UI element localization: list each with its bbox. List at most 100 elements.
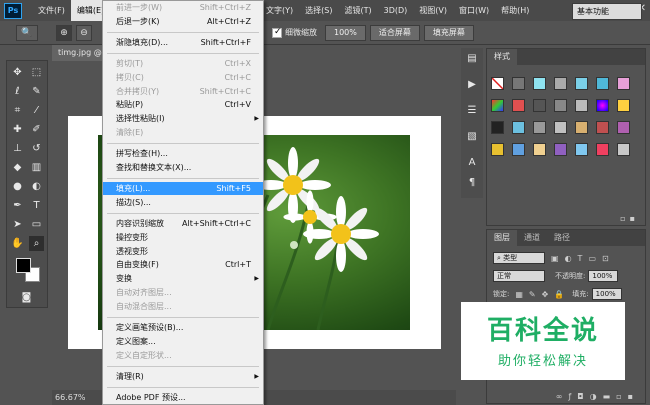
filter-type-icon[interactable]: T — [578, 254, 583, 263]
checkbox-box[interactable] — [272, 27, 282, 38]
brush-tool-icon[interactable]: ✐ — [29, 122, 44, 137]
edit-menu-item[interactable]: 描边(S)... — [103, 196, 263, 209]
new-group-icon[interactable]: ▬ — [603, 392, 617, 401]
paragraph-icon[interactable]: ¶ — [465, 176, 479, 190]
link-layers-icon[interactable]: ∞ — [556, 392, 569, 401]
marquee-tool-icon[interactable]: ⬚ — [29, 65, 44, 80]
workspace-select[interactable]: 基本功能 — [572, 3, 642, 20]
edit-menu-item[interactable]: 自动对齐图层... — [103, 286, 263, 299]
menu-file[interactable]: 文件(F) — [32, 0, 71, 21]
style-swatch[interactable] — [533, 77, 546, 90]
zoom-status[interactable]: 66.67% — [55, 393, 86, 402]
style-swatch[interactable] — [512, 121, 525, 134]
path-select-tool-icon[interactable]: ➤ — [10, 217, 25, 232]
style-swatch[interactable] — [617, 143, 630, 156]
edit-menu-item[interactable]: 查找和替换文本(X)... — [103, 161, 263, 174]
menu-help[interactable]: 帮助(H) — [495, 0, 535, 21]
scrubby-zoom-checkbox[interactable]: 细微缩放 — [272, 27, 317, 38]
edit-menu-item[interactable]: 自动混合图层... — [103, 300, 263, 313]
style-swatch[interactable] — [596, 77, 609, 90]
style-swatch[interactable] — [596, 143, 609, 156]
clone-stamp-tool-icon[interactable]: ⊥ — [10, 141, 25, 156]
tab-styles[interactable]: 样式 — [487, 49, 517, 65]
style-swatch[interactable] — [533, 143, 546, 156]
filter-shape-icon[interactable]: ▭ — [588, 254, 596, 263]
lasso-tool-icon[interactable]: ℓ — [10, 84, 25, 99]
delete-layer-icon[interactable]: ▪ — [628, 392, 639, 401]
style-swatch[interactable] — [596, 121, 609, 134]
tab-paths[interactable]: 路径 — [547, 230, 577, 246]
style-swatch[interactable] — [512, 77, 525, 90]
new-layer-icon[interactable]: ▫ — [616, 392, 627, 401]
edit-menu-item[interactable]: 清理(R) ▶ — [103, 370, 263, 383]
eraser-tool-icon[interactable]: ◆ — [10, 160, 25, 175]
style-swatch[interactable] — [491, 99, 504, 112]
edit-menu-item[interactable]: 渐隐填充(D)... Shift+Ctrl+F — [103, 36, 263, 49]
lock-paint-icon[interactable]: ✎ — [529, 290, 536, 299]
edit-menu-item[interactable]: Adobe PDF 预设... — [103, 391, 263, 404]
filter-pixel-icon[interactable]: ▣ — [551, 254, 559, 263]
filter-smart-icon[interactable]: ⊡ — [602, 254, 609, 263]
edit-menu-item[interactable]: 拷贝(C) Ctrl+C — [103, 71, 263, 84]
character-icon[interactable]: A — [465, 156, 479, 170]
edit-menu-item[interactable]: 操控变形 — [103, 231, 263, 244]
opacity-input[interactable]: 100% — [588, 270, 619, 282]
style-swatch[interactable] — [554, 77, 567, 90]
lock-all-icon[interactable]: 🔒 — [554, 290, 564, 299]
menu-type[interactable]: 文字(Y) — [260, 0, 299, 21]
style-swatch[interactable] — [617, 99, 630, 112]
pen-tool-icon[interactable]: ✒ — [10, 198, 25, 213]
style-swatch[interactable] — [617, 77, 630, 90]
style-swatch[interactable] — [575, 121, 588, 134]
adjustment-layer-icon[interactable]: ◑ — [590, 392, 603, 401]
gradient-tool-icon[interactable]: ▥ — [29, 160, 44, 175]
document-tab[interactable]: timg.jpg @ ( — [52, 45, 108, 61]
edit-menu-item[interactable]: 透视变形 — [103, 245, 263, 258]
quick-select-tool-icon[interactable]: ✎ — [29, 84, 44, 99]
zoom-100-button[interactable]: 100% — [325, 24, 366, 41]
edit-menu-item[interactable]: 定义自定形状... — [103, 349, 263, 362]
new-style-icon[interactable]: ▫ — [620, 214, 629, 223]
layer-style-icon[interactable]: ƒ — [568, 392, 577, 401]
dodge-tool-icon[interactable]: ◐ — [29, 179, 44, 194]
tab-channels[interactable]: 通道 — [517, 230, 547, 246]
edit-menu-item[interactable]: 填充(L)... Shift+F5 — [103, 181, 263, 195]
lock-move-icon[interactable]: ✥ — [542, 290, 549, 299]
menu-view[interactable]: 视图(V) — [413, 0, 453, 21]
eyedropper-tool-icon[interactable]: ⁄ — [29, 103, 44, 118]
style-swatch[interactable] — [491, 121, 504, 134]
style-swatch[interactable] — [533, 121, 546, 134]
crop-tool-icon[interactable]: ⌗ — [10, 103, 25, 118]
edit-menu-item[interactable]: 清除(E) — [103, 126, 263, 139]
history-icon[interactable]: ▤ — [465, 52, 479, 66]
actions-play-icon[interactable]: ▶ — [465, 78, 479, 92]
edit-menu-item[interactable]: 变换 ▶ — [103, 272, 263, 285]
info-icon[interactable]: ▧ — [465, 130, 479, 144]
style-swatch[interactable] — [617, 121, 630, 134]
zoom-tool-preset-icon[interactable]: 🔍 — [16, 24, 38, 41]
fit-screen-button[interactable]: 适合屏幕 — [369, 24, 420, 41]
filter-adjust-icon[interactable]: ◐ — [565, 254, 572, 263]
zoom-in-icon[interactable]: ⊕ — [56, 24, 72, 41]
type-tool-icon[interactable]: T — [29, 198, 44, 213]
add-mask-icon[interactable]: ◘ — [577, 392, 589, 401]
blur-tool-icon[interactable]: ● — [10, 179, 25, 194]
zoom-tool-icon[interactable]: ⌕ — [29, 236, 44, 251]
tab-layers[interactable]: 图层 — [487, 230, 517, 246]
edit-menu-item[interactable]: 自由变换(F) Ctrl+T — [103, 258, 263, 271]
move-tool-icon[interactable]: ✥ — [10, 65, 25, 80]
style-swatch[interactable] — [575, 143, 588, 156]
edit-menu-item[interactable]: 拼写检查(H)... — [103, 147, 263, 160]
style-swatch[interactable] — [512, 143, 525, 156]
edit-menu-item[interactable]: 定义图案... — [103, 335, 263, 348]
edit-menu-item[interactable]: 内容识别缩放 Alt+Shift+Ctrl+C — [103, 217, 263, 230]
history-brush-tool-icon[interactable]: ↺ — [29, 141, 44, 156]
style-swatch[interactable] — [554, 99, 567, 112]
edit-menu-item[interactable]: 剪切(T) Ctrl+X — [103, 57, 263, 70]
style-swatch[interactable] — [533, 99, 546, 112]
hand-tool-icon[interactable]: ✋ — [10, 236, 25, 251]
style-swatch[interactable] — [596, 99, 609, 112]
menu-window[interactable]: 窗口(W) — [453, 0, 495, 21]
blend-mode-select[interactable]: 正常 — [493, 270, 545, 282]
style-swatch[interactable] — [491, 143, 504, 156]
